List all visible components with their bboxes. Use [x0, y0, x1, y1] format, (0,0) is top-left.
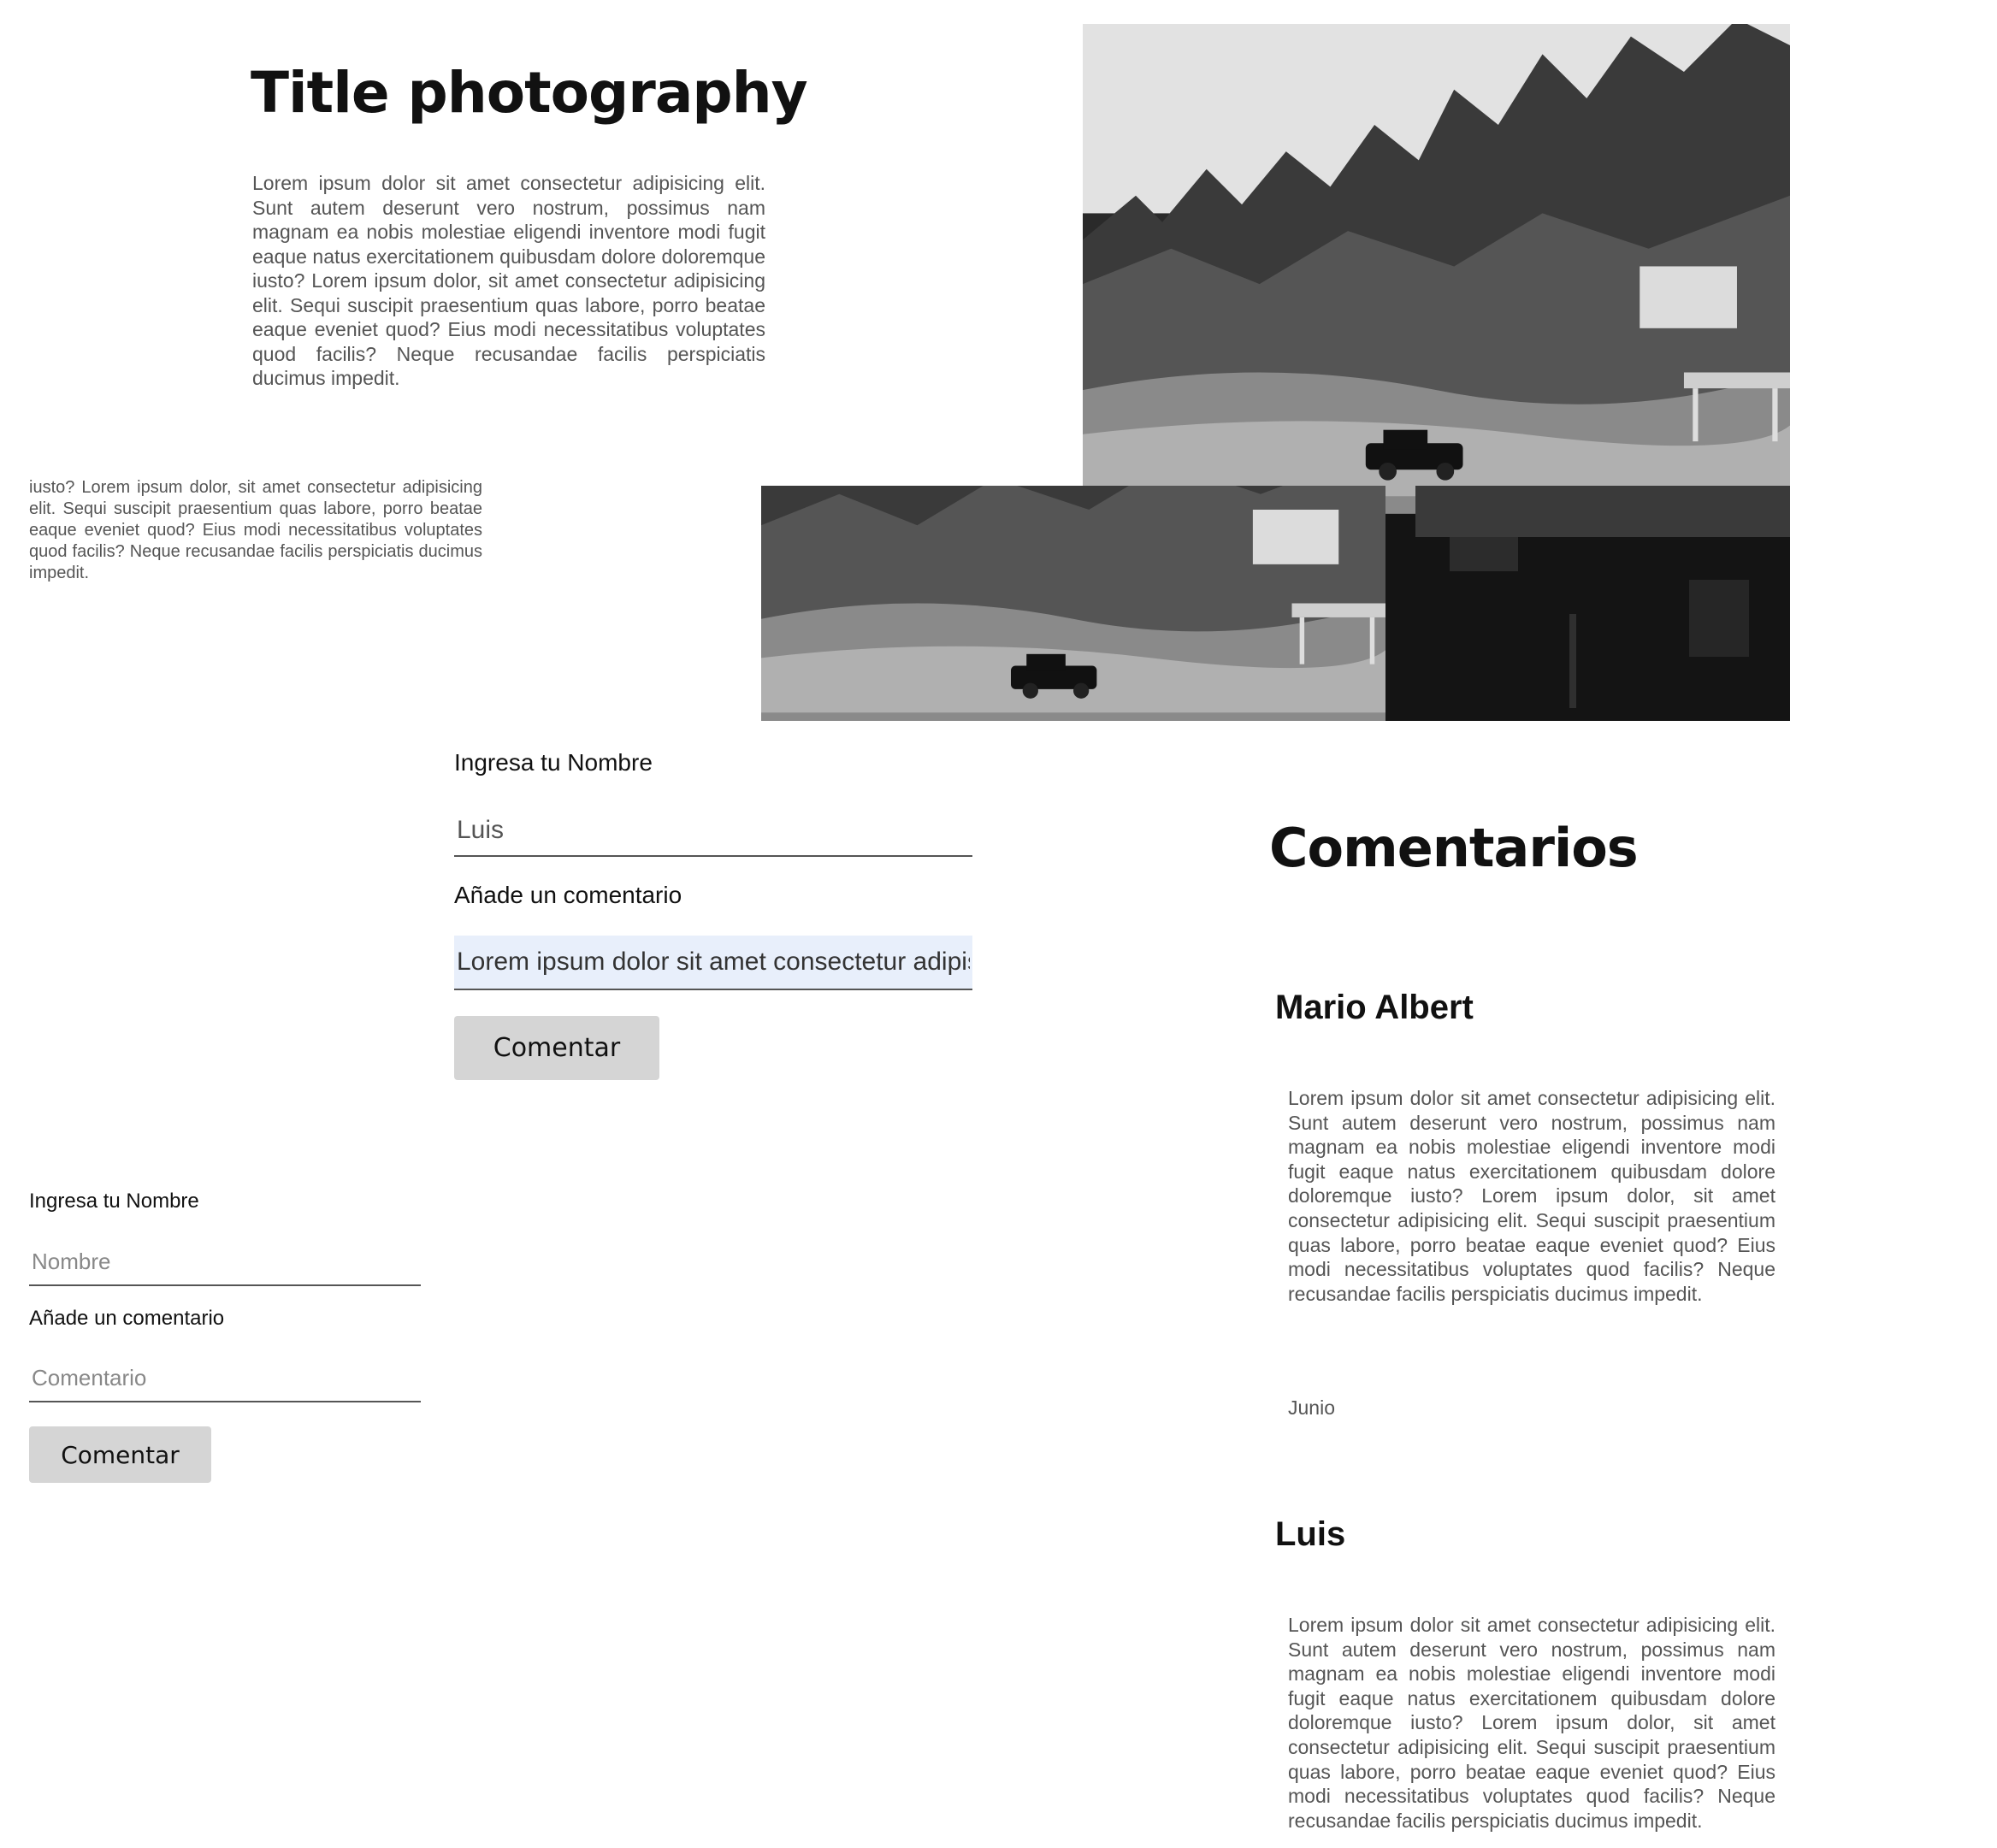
comments-heading: Comentarios [1269, 817, 1639, 879]
photo-thumbnail-1 [761, 486, 1385, 721]
comment-label: Añade un comentario [29, 1307, 225, 1330]
name-input[interactable] [454, 806, 972, 857]
comment-body: Lorem ipsum dolor sit amet consectetur a… [1288, 1087, 1775, 1305]
intro-paragraph: Lorem ipsum dolor sit amet consectetur a… [252, 172, 765, 389]
name-label: Ingresa tu Nombre [29, 1190, 199, 1213]
photo-thumbnail-2 [1415, 486, 1790, 721]
comment-label: Añade un comentario [454, 882, 682, 908]
comment-author: Mario Albert [1275, 989, 1474, 1026]
overlapping-paragraph: eaque natus exercitationem quibusdam dol… [29, 480, 482, 582]
comment-body: Lorem ipsum dolor sit amet consectetur a… [1288, 1614, 1775, 1832]
comment-input[interactable] [29, 1355, 421, 1402]
landscape-photo-image [761, 486, 1385, 721]
page-title: Title photography [251, 60, 808, 126]
comment-date: Junio [1288, 1396, 1335, 1419]
name-input[interactable] [29, 1238, 421, 1286]
comment-author: Luis [1275, 1515, 1346, 1553]
comment-submit-button[interactable]: Comentar [454, 1016, 659, 1080]
landscape-photo-image [1415, 486, 1790, 721]
comment-input[interactable] [454, 936, 972, 990]
name-label: Ingresa tu Nombre [454, 749, 653, 776]
overlapping-paragraph-container: eaque natus exercitationem quibusdam dol… [29, 480, 482, 599]
comment-submit-button[interactable]: Comentar [29, 1426, 211, 1483]
